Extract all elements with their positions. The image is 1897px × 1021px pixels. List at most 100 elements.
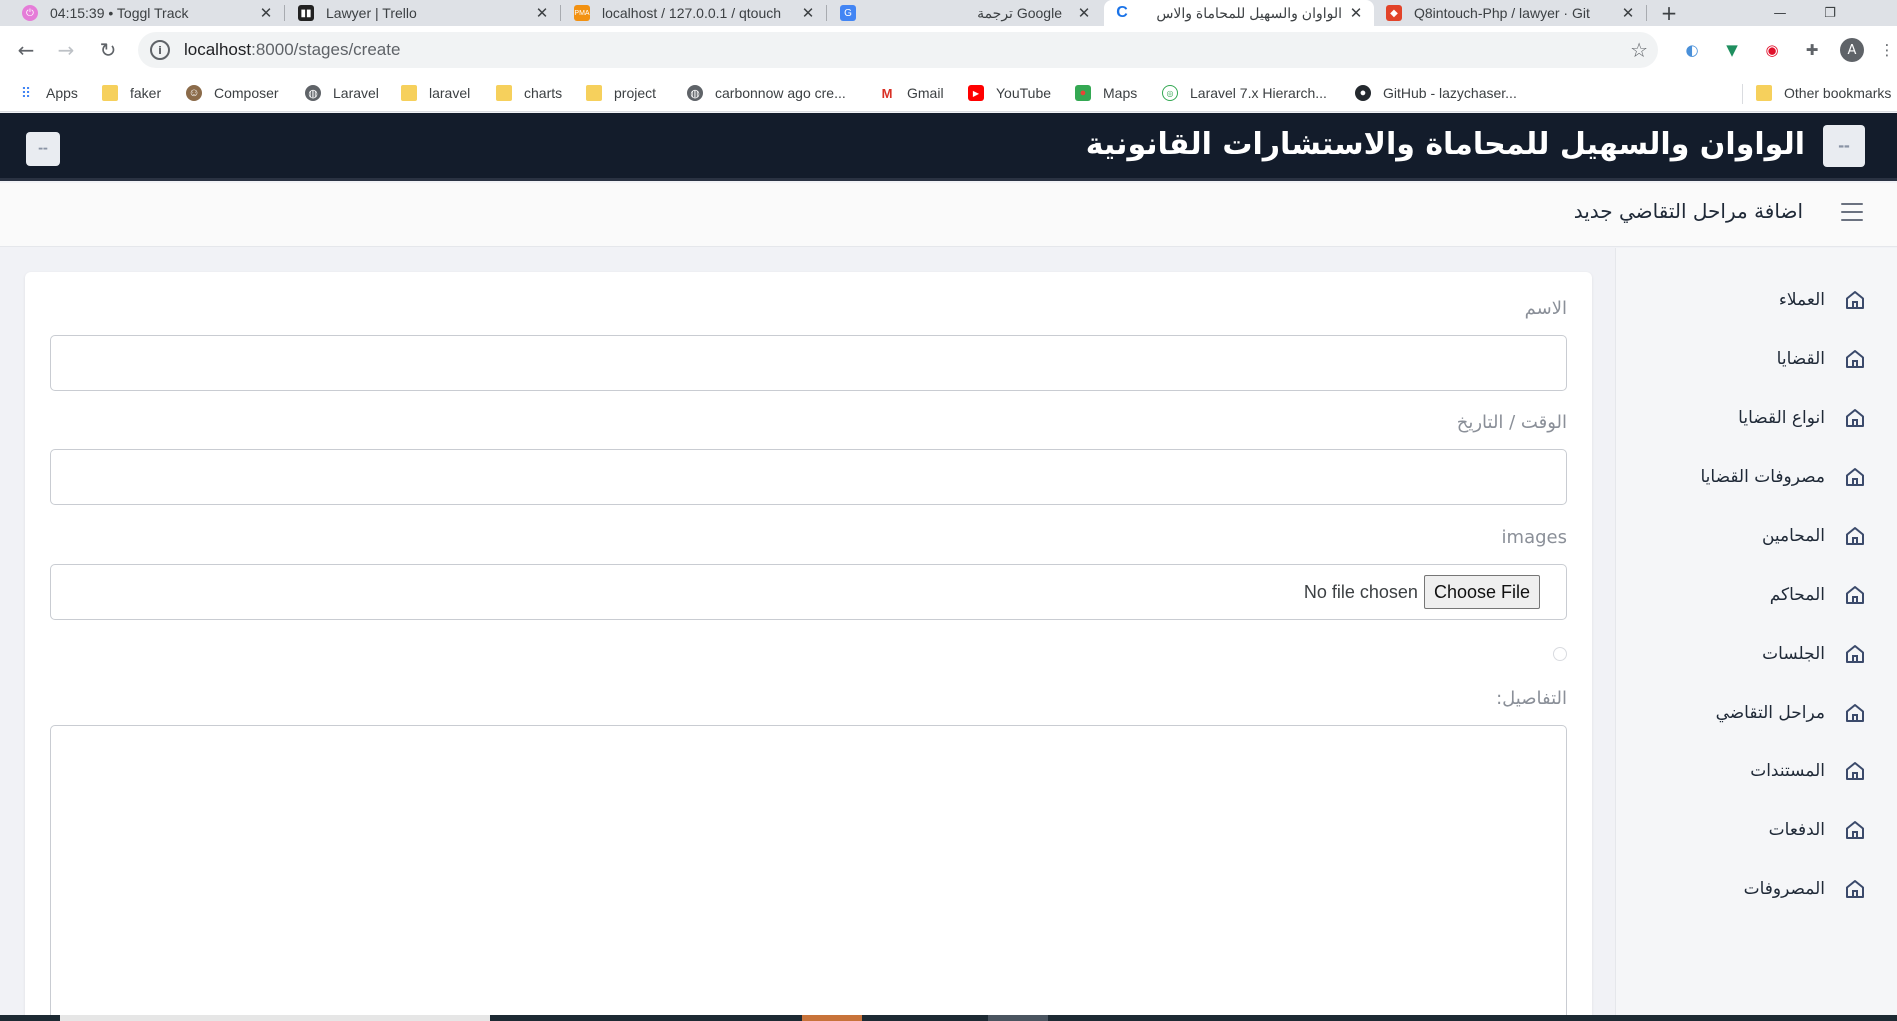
- images-file-input[interactable]: No file chosen Choose File: [50, 564, 1567, 620]
- sidebar-item-label: المحامين: [1761, 526, 1825, 546]
- address-bar[interactable]: i localhost:8000/stages/create ☆: [138, 32, 1658, 68]
- bookmark-label: Other bookmarks: [1784, 85, 1892, 101]
- bookmark-gmail[interactable]: M Gmail: [879, 82, 944, 104]
- bookmark-github[interactable]: ● GitHub - lazychaser...: [1355, 82, 1517, 104]
- url-text[interactable]: localhost:8000/stages/create: [184, 40, 400, 60]
- home-icon: [1846, 880, 1864, 898]
- bookmark-star-icon[interactable]: ☆: [1630, 38, 1648, 62]
- sidebar-item-label: العملاء: [1778, 290, 1825, 310]
- folder-icon: [496, 85, 512, 101]
- new-tab-icon[interactable]: +: [1656, 0, 1682, 26]
- vue-devtools-icon[interactable]: ▼: [1720, 38, 1744, 62]
- bookmark-charts[interactable]: charts: [496, 82, 562, 104]
- bookmark-label: YouTube: [996, 85, 1052, 101]
- github-icon: ●: [1355, 85, 1371, 101]
- bookmark-laravel[interactable]: ◍ Laravel: [305, 82, 379, 104]
- composer-icon: ☺: [186, 85, 202, 101]
- close-icon[interactable]: ✕: [258, 4, 274, 22]
- bookmark-maps[interactable]: ● Maps: [1075, 82, 1137, 104]
- close-icon[interactable]: ✕: [800, 4, 816, 22]
- tab-gitlab[interactable]: ◆ Q8intouch-Php / lawyer · Git ✕: [1376, 0, 1646, 26]
- sidebar-item-label: المحاكم: [1769, 585, 1825, 605]
- sidebar-item-payments[interactable]: الدفعات: [1769, 815, 1867, 845]
- globe-icon: ◍: [687, 85, 703, 101]
- choose-file-button[interactable]: Choose File: [1423, 575, 1540, 609]
- close-icon[interactable]: ✕: [534, 4, 550, 22]
- bookmark-label: laravel: [429, 85, 471, 101]
- browser-tab-strip: ⏻ 04:15:39 • Toggl Track ✕ ▮▮ Lawyer | T…: [0, 0, 1897, 26]
- sidebar-item-documents[interactable]: المستندات: [1750, 756, 1867, 786]
- sidebar-item-lawyers[interactable]: المحامين: [1762, 521, 1867, 551]
- images-label: images: [1501, 527, 1567, 548]
- sidebar-item-litigation-stages[interactable]: مراحل التقاضي: [1716, 698, 1867, 728]
- bookmark-project[interactable]: project: [586, 82, 656, 104]
- tab-google-translate[interactable]: G ترجمة Google ✕: [830, 0, 1102, 26]
- gmail-icon: M: [881, 85, 893, 101]
- sidebar-item-expenses[interactable]: المصروفات: [1744, 874, 1867, 904]
- site-info-icon[interactable]: i: [150, 40, 170, 60]
- tab-phpmyadmin[interactable]: PMA localhost / 127.0.0.1 / qtouch ✕: [564, 0, 826, 26]
- details-textarea[interactable]: [50, 725, 1567, 1021]
- option-radio[interactable]: [1553, 647, 1567, 661]
- sidebar-item-sessions[interactable]: الجلسات: [1762, 639, 1867, 669]
- sidebar-item-case-expenses[interactable]: مصروفات القضايا: [1701, 462, 1868, 492]
- restore-icon[interactable]: ❐: [1810, 0, 1850, 26]
- extension-icon[interactable]: ◐: [1680, 38, 1704, 62]
- youtube-icon: ▶: [968, 85, 984, 101]
- sidebar-item-label: المستندات: [1750, 761, 1825, 781]
- bookmark-label: Gmail: [907, 85, 944, 101]
- close-icon[interactable]: ✕: [1348, 4, 1364, 22]
- bookmark-composer[interactable]: ☺ Composer: [186, 82, 279, 104]
- bookmark-apps[interactable]: ⠿ Apps: [18, 82, 78, 104]
- bookmark-label: Laravel 7.x Hierarch...: [1190, 85, 1327, 101]
- extensions-puzzle-icon[interactable]: ✚: [1800, 38, 1824, 62]
- user-menu-button[interactable]: ▬▬: [26, 132, 60, 166]
- name-field[interactable]: [50, 335, 1567, 391]
- bookmark-laravel-hierarchy[interactable]: ◎ Laravel 7.x Hierarch...: [1162, 82, 1327, 104]
- datetime-field[interactable]: [50, 449, 1567, 505]
- laravel-hierarchy-icon: ◎: [1162, 85, 1178, 101]
- close-icon[interactable]: ✕: [1620, 4, 1636, 22]
- profile-avatar[interactable]: A: [1840, 38, 1864, 62]
- url-host: localhost: [184, 40, 252, 59]
- folder-icon: [1756, 85, 1772, 101]
- form-card: الاسم الوقت / التاريخ images No file cho…: [25, 272, 1592, 1021]
- tab-title: الواوان والسهيل للمحاماة والاس: [1156, 4, 1342, 21]
- menu-kebab-icon[interactable]: ⋮: [1880, 38, 1895, 62]
- back-icon[interactable]: ←: [12, 36, 40, 64]
- bookmark-label: carbonnow ago cre...: [715, 85, 846, 101]
- maps-icon: ●: [1075, 85, 1091, 101]
- sidebar-item-label: الدفعات: [1768, 820, 1825, 840]
- home-icon: [1846, 645, 1864, 663]
- tab-title: Q8intouch-Php / lawyer · Git: [1414, 5, 1590, 21]
- forward-icon[interactable]: →: [52, 36, 80, 64]
- bookmark-label: charts: [524, 85, 563, 101]
- tab-trello[interactable]: ▮▮ Lawyer | Trello ✕: [288, 0, 560, 26]
- bookmark-laravel-folder[interactable]: laravel: [401, 82, 470, 104]
- sidebar-item-courts[interactable]: المحاكم: [1770, 580, 1867, 610]
- sidebar-item-clients[interactable]: العملاء: [1779, 285, 1867, 315]
- reload-icon[interactable]: ↻: [94, 36, 122, 64]
- sidebar-item-label: مصروفات القضايا: [1700, 467, 1826, 487]
- opera-icon[interactable]: ◉: [1760, 38, 1784, 62]
- minimize-icon[interactable]: —: [1760, 0, 1800, 26]
- bookmark-other[interactable]: Other bookmarks: [1756, 82, 1891, 104]
- tab-title: 04:15:39 • Toggl Track: [50, 5, 189, 21]
- hamburger-menu-icon[interactable]: [1841, 203, 1863, 221]
- folder-icon: [102, 85, 118, 101]
- tab-toggl[interactable]: ⏻ 04:15:39 • Toggl Track ✕: [12, 0, 284, 26]
- sidebar-item-label: الجلسات: [1762, 644, 1825, 664]
- home-icon: [1846, 291, 1864, 309]
- sidebar-item-label: انواع القضايا: [1738, 408, 1825, 428]
- close-icon[interactable]: ✕: [1076, 4, 1092, 22]
- sidebar-item-cases[interactable]: القضايا: [1777, 344, 1867, 374]
- home-icon: [1846, 409, 1864, 427]
- bookmark-youtube[interactable]: ▶ YouTube: [968, 82, 1051, 104]
- bookmark-label: Apps: [46, 85, 78, 101]
- tab-active-app[interactable]: C الواوان والسهيل للمحاماة والاس ✕: [1104, 0, 1374, 26]
- sidebar-item-case-types[interactable]: انواع القضايا: [1738, 403, 1867, 433]
- logo: ▬▬: [1823, 125, 1865, 167]
- bookmark-faker[interactable]: faker: [102, 82, 161, 104]
- bookmark-carbonnow[interactable]: ◍ carbonnow ago cre...: [687, 82, 846, 104]
- sidebar-item-label: مراحل التقاضي: [1715, 703, 1825, 723]
